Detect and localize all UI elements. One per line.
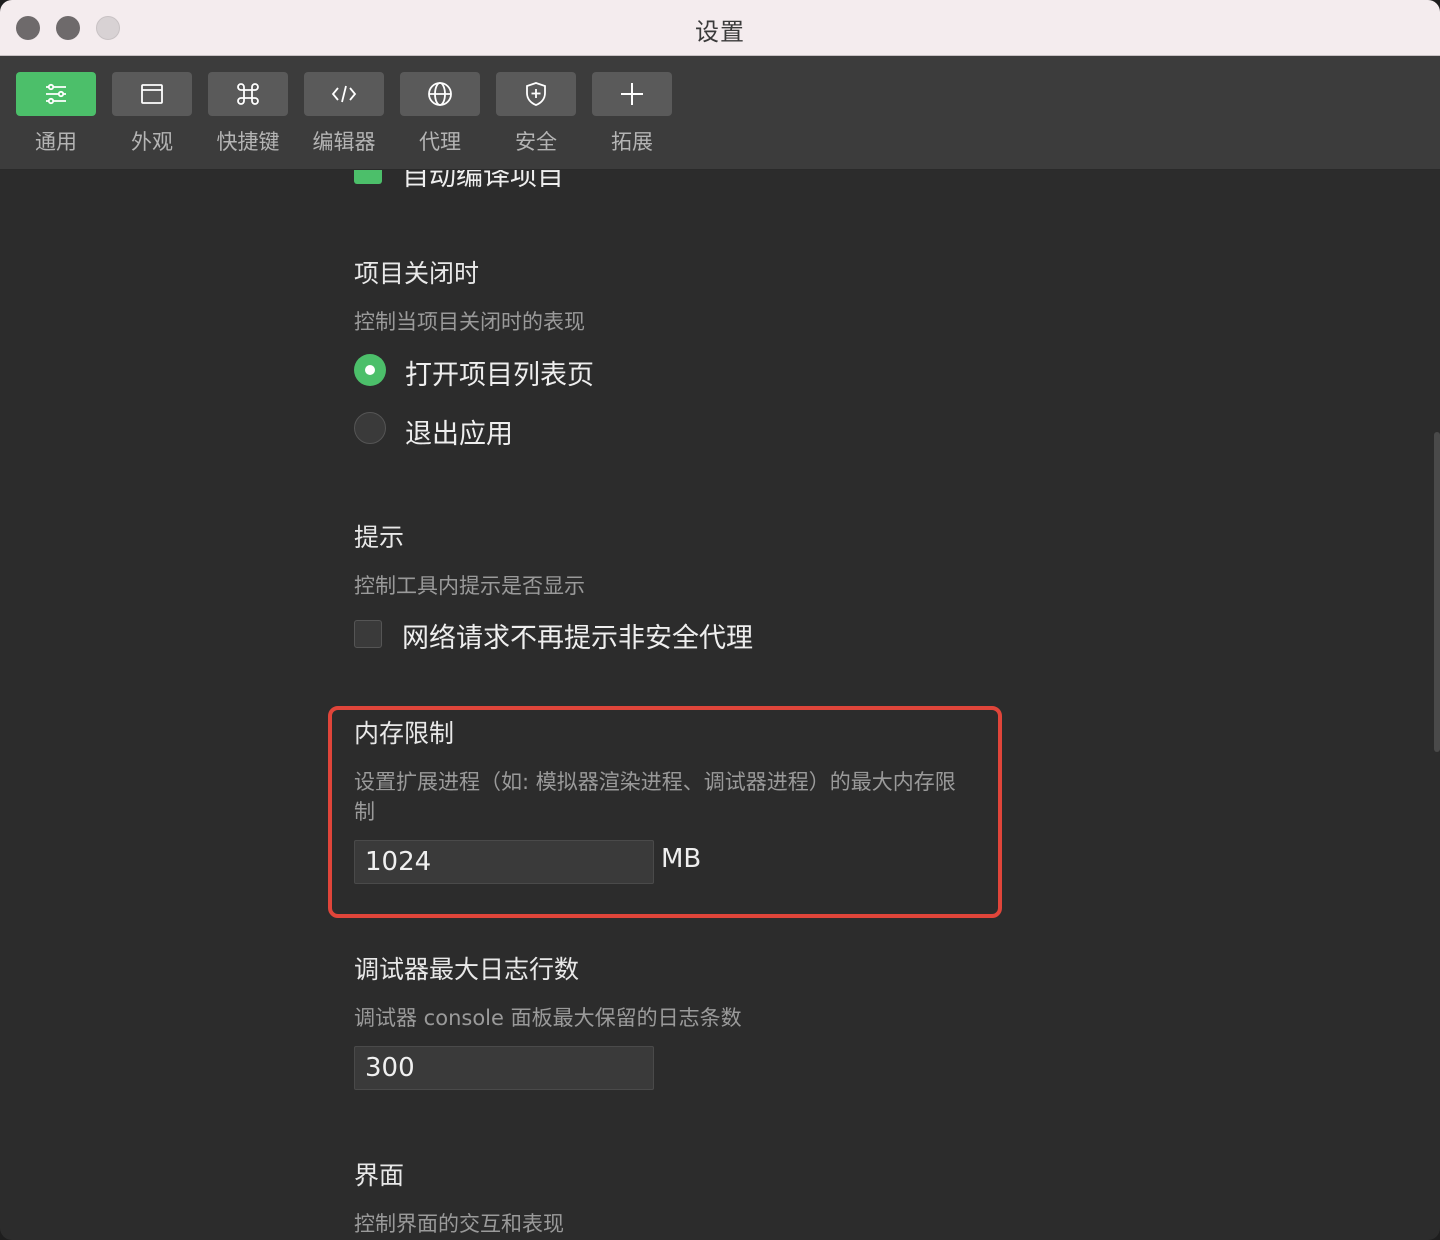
tab-label: 通用 [35,130,77,154]
tab-general[interactable]: 通用 [16,72,96,162]
command-key-icon [237,83,259,105]
memory-section-highlight [328,706,1002,918]
tab-label: 外观 [131,130,173,154]
radio-open-project-list[interactable] [354,354,386,386]
section-title-on-close: 项目关闭时 [354,259,480,288]
radio-label-open-project-list: 打开项目列表页 [405,360,594,391]
section-title-tips: 提示 [354,523,405,552]
tab-security[interactable]: 安全 [496,72,576,162]
section-title-debug-log: 调试器最大日志行数 [354,955,580,984]
section-desc-debug-log: 调试器 console 面板最大保留的日志条数 [354,1006,742,1030]
tab-editor[interactable]: 编辑器 [304,72,384,162]
globe-icon [428,82,452,106]
section-desc-ui: 控制界面的交互和表现 [354,1212,564,1236]
tab-appearance[interactable]: 外观 [112,72,192,162]
tab-label: 代理 [419,130,461,154]
tab-shortcuts[interactable]: 快捷键 [208,72,288,162]
tab-proxy[interactable]: 代理 [400,72,480,162]
settings-content: 自动编译项目 项目关闭时 控制当项目关闭时的表现 打开项目列表页 退出应用 提示… [0,170,1440,1240]
section-title-ui: 界面 [354,1161,405,1190]
section-desc-on-close: 控制当项目关闭时的表现 [354,310,585,334]
tab-extensions[interactable]: 拓展 [592,72,672,162]
debug-log-lines-input[interactable]: 300 [354,1046,654,1090]
shield-icon [526,82,546,106]
settings-window: 设置 通用 外观 快捷键 编辑器 代理 安全 拓展 自动编译项目 项目关闭时 控… [0,0,1440,1240]
insecure-proxy-tip-checkbox[interactable] [354,620,382,648]
tab-label: 快捷键 [216,130,280,154]
window-icon [141,84,163,104]
code-icon [331,85,357,103]
insecure-proxy-tip-label: 网络请求不再提示非安全代理 [402,623,753,654]
radio-label-quit-app: 退出应用 [405,419,513,450]
radio-quit-app[interactable] [354,412,386,444]
tab-label: 编辑器 [312,130,376,154]
title-bar: 设置 [0,0,1440,56]
plus-icon [621,83,643,105]
settings-toolbar: 通用 外观 快捷键 编辑器 代理 安全 拓展 [0,56,1440,170]
window-title: 设置 [695,18,745,46]
tab-label: 安全 [515,130,557,154]
section-desc-tips: 控制工具内提示是否显示 [354,574,585,598]
auto-compile-checkbox[interactable] [354,170,382,184]
auto-compile-label: 自动编译项目 [402,170,564,192]
settings-list-icon [46,83,66,105]
tab-label: 拓展 [611,130,653,154]
vertical-scrollbar[interactable] [1434,432,1440,752]
